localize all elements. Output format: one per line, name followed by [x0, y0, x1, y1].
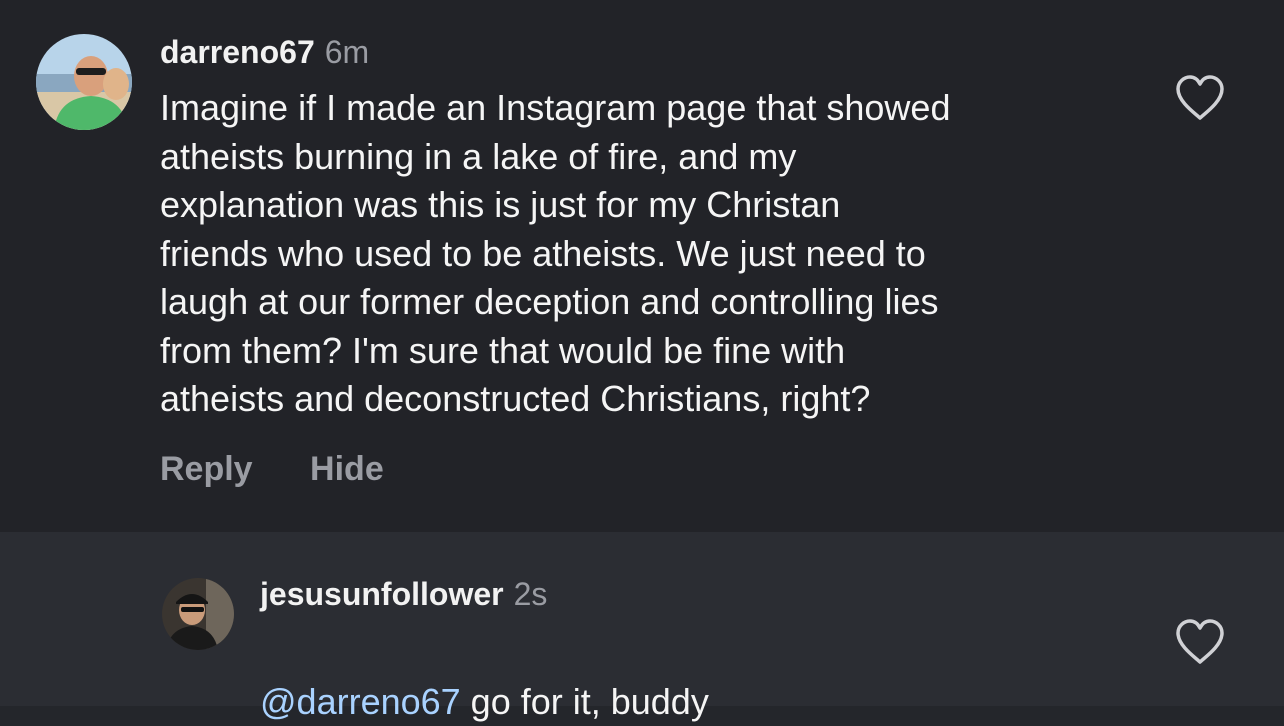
- comment-actions: Reply Hide: [160, 450, 384, 489]
- reply-text: go for it, buddy: [460, 681, 709, 722]
- username[interactable]: jesusunfollower 2s: [260, 576, 547, 613]
- heart-outline-icon[interactable]: [1174, 74, 1226, 122]
- comment-text: Imagine if I made an Instagram page that…: [160, 87, 951, 419]
- username[interactable]: darreno67 6m: [160, 34, 369, 71]
- timestamp: 2s: [513, 576, 548, 612]
- avatar[interactable]: [162, 578, 234, 650]
- username-text[interactable]: darreno67: [160, 34, 315, 70]
- mention-link[interactable]: @darreno67: [260, 681, 461, 722]
- hide-button[interactable]: Hide: [310, 450, 384, 488]
- username-text[interactable]: jesusunfollower: [260, 576, 504, 612]
- top-comment: darreno67 6m Imagine if I made an Instagr…: [0, 0, 1284, 532]
- heart-outline-icon[interactable]: [1174, 618, 1226, 666]
- reply-button[interactable]: Reply: [160, 450, 253, 488]
- comment-text: @darreno67 go for it, buddy: [260, 630, 709, 726]
- avatar[interactable]: [36, 34, 132, 130]
- timestamp: 6m: [324, 34, 370, 70]
- reply-comment: jesusunfollower 2s @darreno67 go for it, …: [0, 532, 1284, 722]
